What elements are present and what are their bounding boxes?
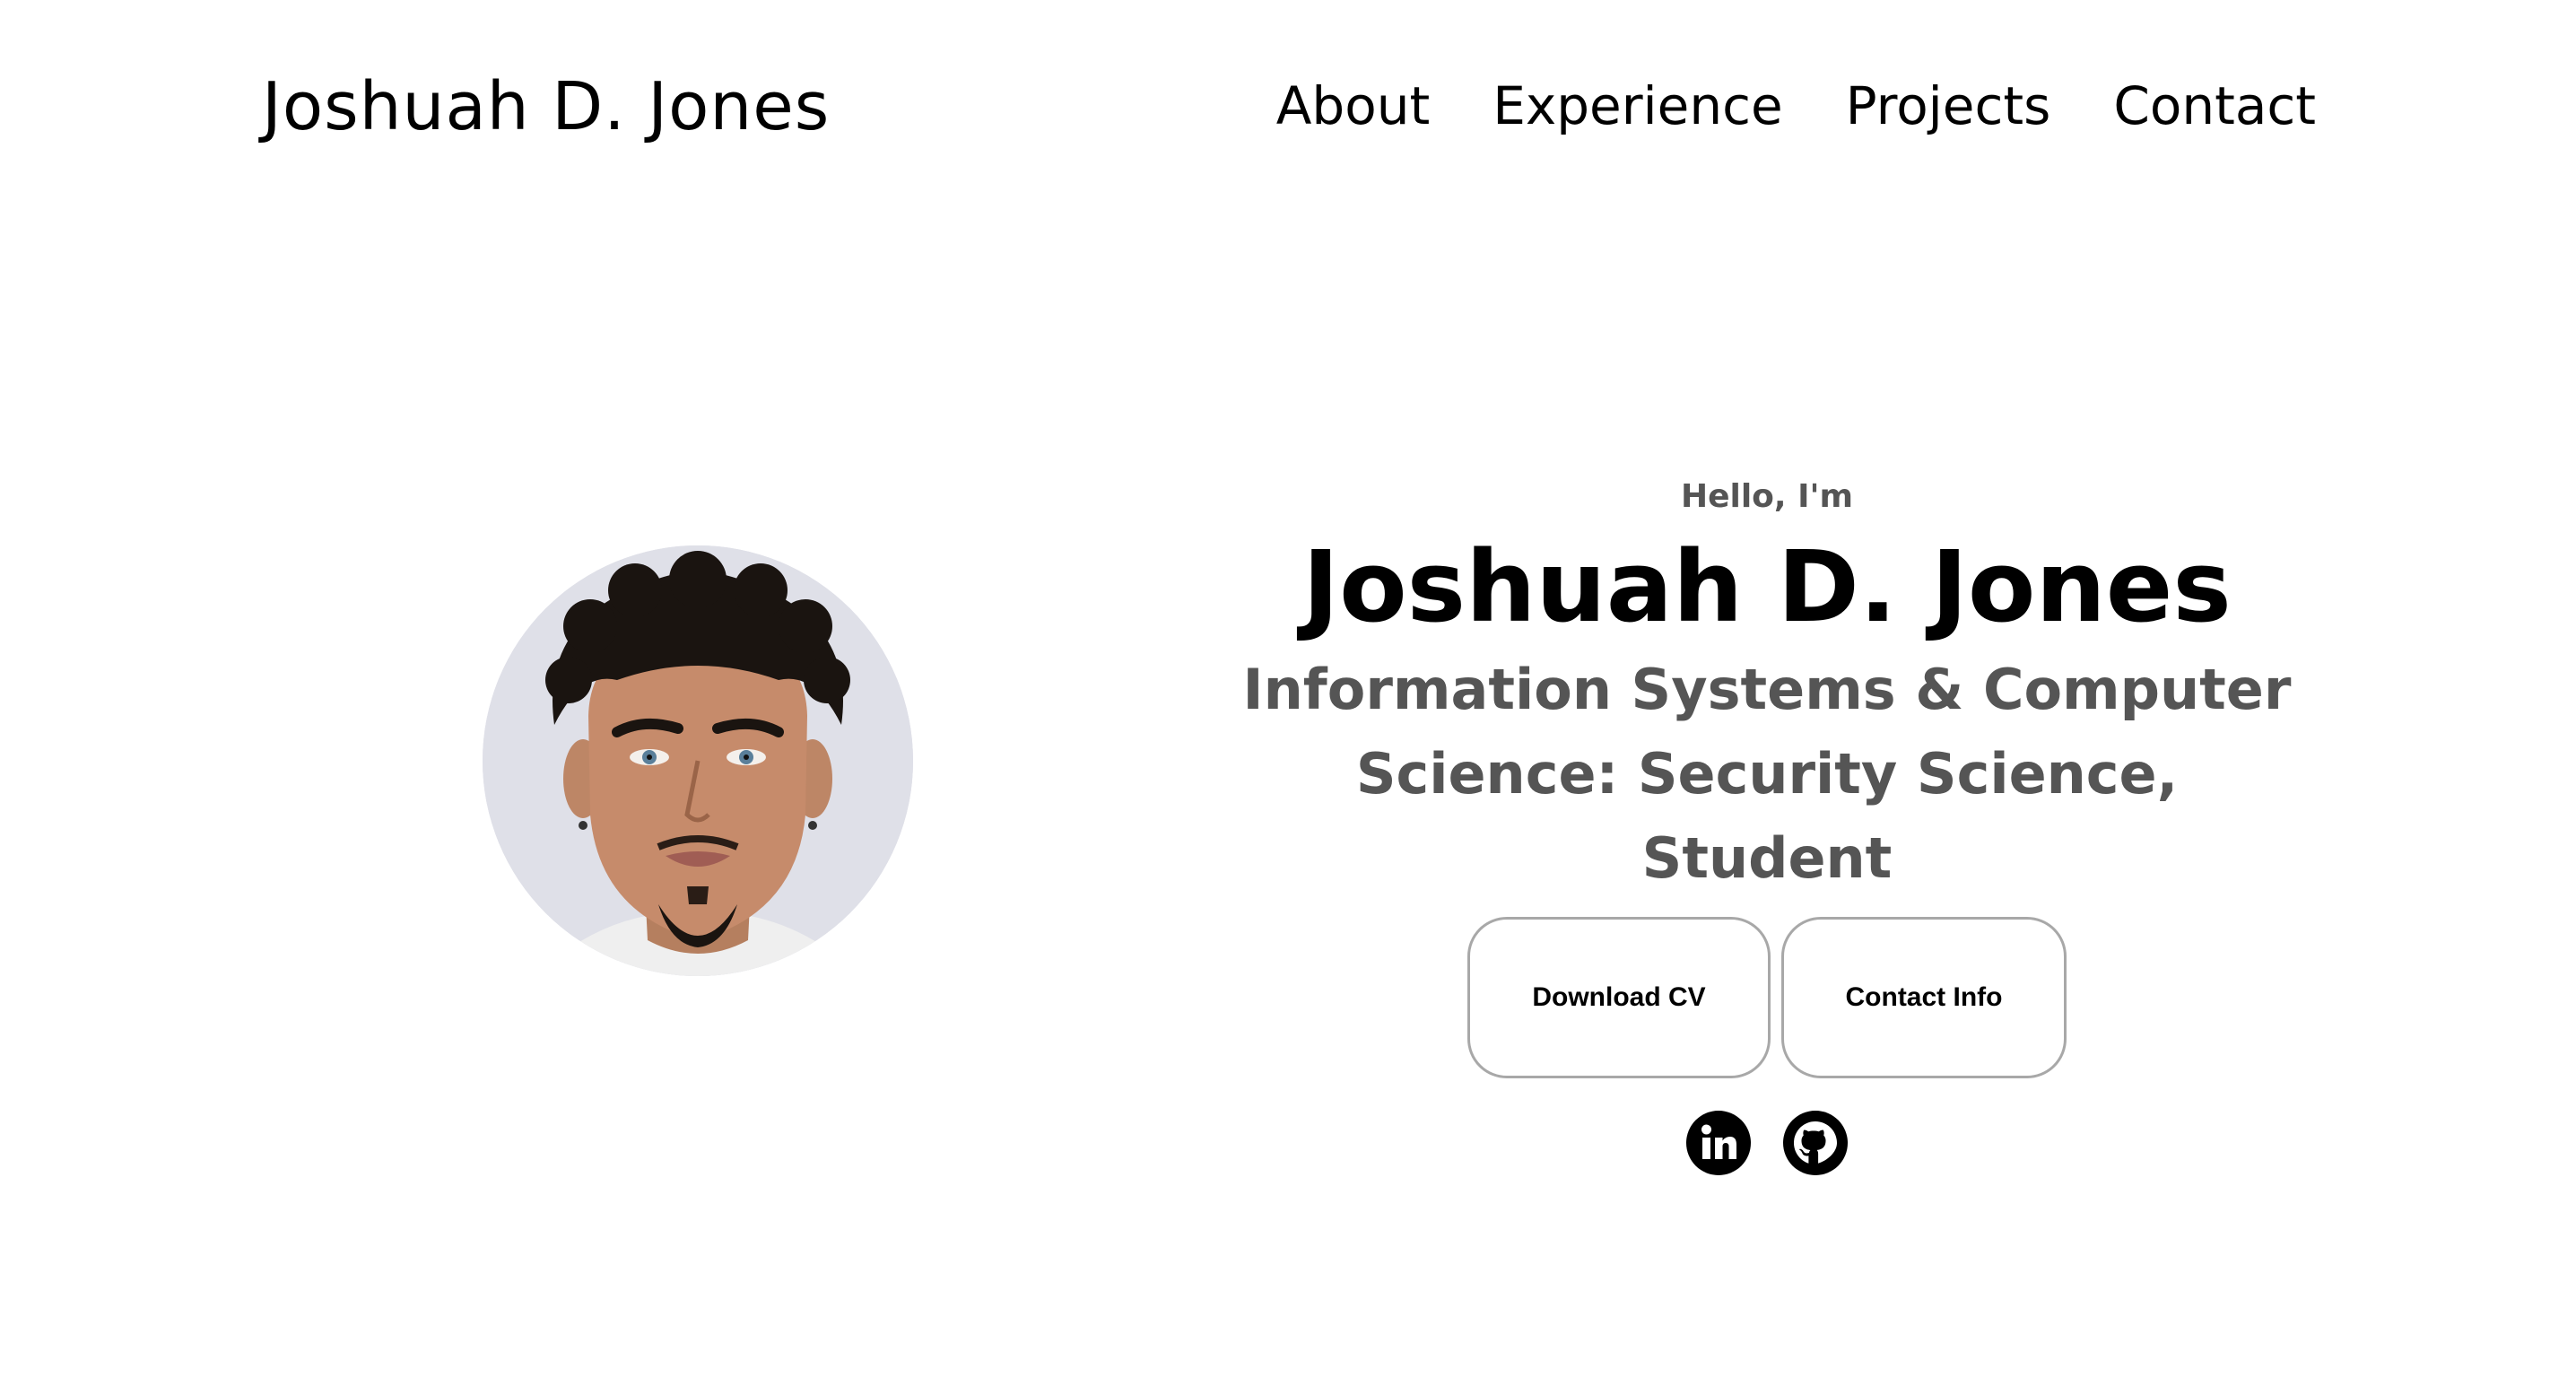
social-links [1238,1111,2296,1175]
nav-link-contact[interactable]: Contact [2113,75,2316,136]
profile-photo [483,545,913,976]
main-nav: About Experience Projects Contact [1276,75,2316,136]
contact-info-button[interactable]: Contact Info [1781,917,2067,1078]
nav-link-about[interactable]: About [1276,75,1430,136]
site-logo[interactable]: Joshuah D. Jones [262,68,830,145]
hero-buttons: Download CV Contact Info [1238,917,2296,1078]
greeting-text: Hello, I'm [1680,478,1854,515]
hero-name: Joshuah D. Jones [1302,529,2232,644]
download-cv-button[interactable]: Download CV [1467,917,1771,1078]
nav-link-experience[interactable]: Experience [1493,75,1782,136]
github-icon[interactable] [1783,1111,1848,1175]
linkedin-icon[interactable] [1686,1111,1751,1175]
hero-section: Hello, I'm Joshuah D. Jones Information … [1238,475,2296,1175]
hero-subtitle: Information Systems & Computer Science: … [1242,657,2292,891]
nav-link-projects[interactable]: Projects [1846,75,2051,136]
portfolio-page: Joshuah D. Jones About Experience Projec… [0,0,2576,1378]
